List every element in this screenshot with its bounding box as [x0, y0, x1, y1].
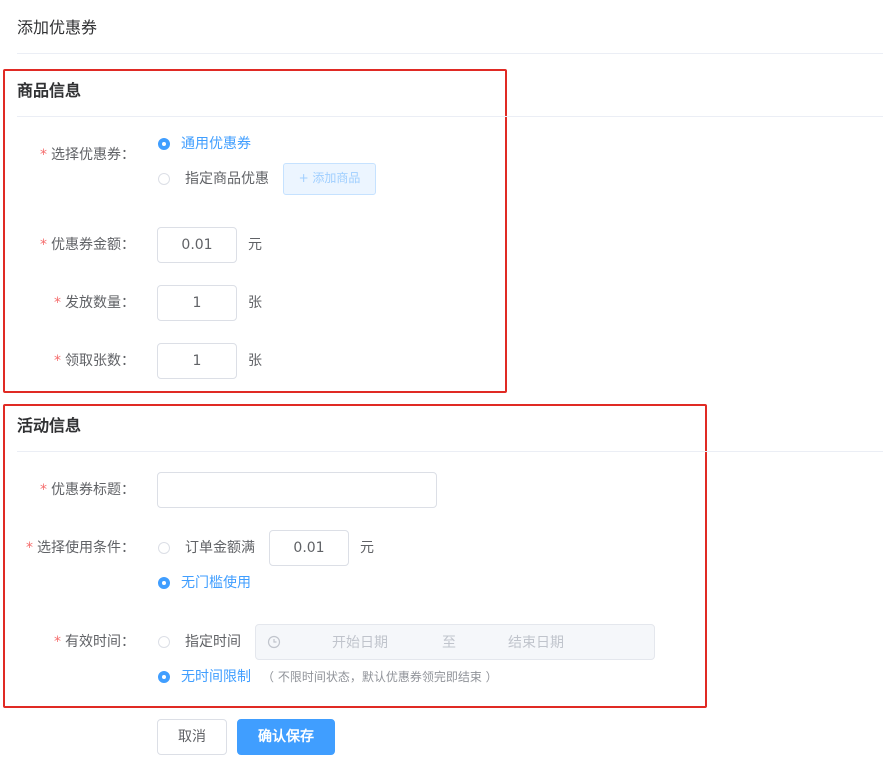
validity-unlimited-radio[interactable]	[158, 671, 170, 683]
validity-range-radio[interactable]	[158, 636, 170, 648]
required-mark: *	[26, 540, 33, 556]
start-date-placeholder[interactable]: 开始日期	[332, 633, 388, 653]
coupon-amount-unit: 元	[248, 237, 262, 253]
activity-section-divider	[17, 451, 883, 452]
save-button[interactable]: 确认保存	[237, 719, 335, 755]
issue-quantity-input[interactable]	[157, 285, 237, 321]
coupon-type-specific-radio[interactable]	[158, 173, 170, 185]
required-mark: *	[54, 353, 61, 369]
coupon-amount-input[interactable]	[157, 227, 237, 263]
coupon-type-general-radio[interactable]	[158, 138, 170, 150]
validity-range-label[interactable]: 指定时间	[185, 632, 241, 652]
condition-no-threshold-radio[interactable]	[158, 577, 170, 589]
goods-section-highlight	[3, 69, 507, 393]
cancel-button[interactable]: 取消	[157, 719, 227, 755]
validity-unlimited-label[interactable]: 无时间限制	[181, 667, 251, 687]
goods-section-divider	[17, 116, 883, 117]
coupon-title-input[interactable]	[157, 472, 437, 508]
date-range-picker[interactable]: 开始日期 至 结束日期	[255, 624, 655, 660]
required-mark: *	[40, 147, 47, 163]
claim-limit-label: * 领取张数：	[54, 353, 135, 369]
condition-min-amount-label[interactable]: 订单金额满	[185, 538, 255, 558]
coupon-type-specific-label[interactable]: 指定商品优惠	[185, 169, 269, 189]
required-mark: *	[40, 237, 47, 253]
validity-label: * 有效时间：	[54, 634, 135, 650]
activity-section-title: 活动信息	[17, 416, 82, 435]
condition-min-amount-unit: 元	[360, 540, 374, 556]
condition-min-amount-input[interactable]	[269, 530, 349, 566]
page-title: 添加优惠券	[17, 18, 98, 37]
coupon-title-label: * 优惠券标题：	[40, 482, 135, 498]
goods-section-title: 商品信息	[17, 81, 82, 100]
issue-quantity-unit: 张	[248, 295, 262, 311]
add-goods-button[interactable]: + 添加商品	[283, 163, 376, 195]
coupon-type-label: * 选择优惠券：	[40, 147, 135, 163]
usage-condition-label: * 选择使用条件：	[26, 540, 135, 556]
coupon-type-general-label[interactable]: 通用优惠券	[181, 134, 251, 154]
end-date-placeholder[interactable]: 结束日期	[508, 633, 564, 653]
validity-note: （ 不限时间状态，默认优惠券领完即结束 ）	[262, 670, 498, 684]
required-mark: *	[40, 482, 47, 498]
clock-icon	[267, 635, 281, 649]
date-range-separator: 至	[442, 635, 456, 651]
required-mark: *	[54, 295, 61, 311]
required-mark: *	[54, 634, 61, 650]
coupon-amount-label: * 优惠券金额：	[40, 237, 135, 253]
condition-no-threshold-label[interactable]: 无门槛使用	[181, 573, 251, 593]
claim-limit-unit: 张	[248, 353, 262, 369]
claim-limit-input[interactable]	[157, 343, 237, 379]
condition-min-amount-radio[interactable]	[158, 542, 170, 554]
header-divider	[17, 53, 883, 54]
issue-quantity-label: * 发放数量：	[54, 295, 135, 311]
